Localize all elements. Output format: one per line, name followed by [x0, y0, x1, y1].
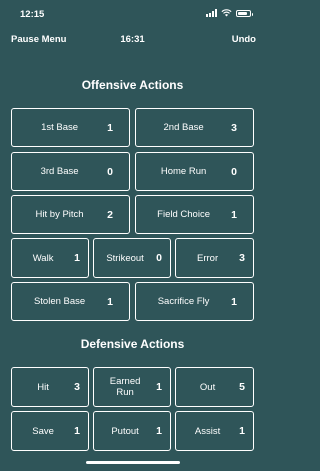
button-label: Walk	[32, 252, 54, 264]
home-indicator[interactable]	[86, 461, 180, 464]
button-label: 2nd Base	[163, 122, 204, 133]
stolen-base-button[interactable]: Stolen Base 1	[11, 282, 130, 321]
button-count: 1	[107, 295, 113, 308]
button-count: 1	[74, 425, 80, 437]
button-count: 0	[156, 252, 162, 264]
sacrifice-fly-button[interactable]: Sacrifice Fly 1	[135, 282, 254, 321]
button-label: Strikeout	[106, 252, 144, 264]
button-label: Stolen Base	[33, 296, 86, 307]
button-label: Save	[32, 425, 54, 437]
status-time: 12:15	[20, 9, 45, 20]
button-count: 1	[156, 381, 162, 393]
wifi-icon	[221, 9, 232, 17]
button-label: Error	[197, 252, 219, 264]
button-label: 1st Base	[41, 122, 79, 133]
button-label: Hit	[37, 381, 49, 393]
walk-button[interactable]: Walk 1	[11, 238, 89, 278]
field-choice-button[interactable]: Field Choice 1	[135, 195, 254, 234]
button-count: 1	[107, 121, 113, 134]
button-count: 0	[231, 165, 237, 178]
button-label: Sacrifice Fly	[157, 296, 210, 307]
hit-button[interactable]: Hit 3	[11, 367, 89, 407]
status-icons	[206, 9, 253, 17]
defensive-actions-title: Defensive Actions	[80, 337, 185, 351]
button-count: 2	[107, 208, 113, 221]
button-label: Home Run	[160, 166, 207, 177]
putout-button[interactable]: Putout 1	[93, 411, 171, 451]
button-count: 3	[74, 381, 80, 393]
second-base-button[interactable]: 2nd Base 3	[135, 108, 254, 147]
first-base-button[interactable]: 1st Base 1	[11, 108, 130, 147]
button-count: 0	[107, 165, 113, 178]
button-count: 1	[239, 425, 245, 437]
save-button[interactable]: Save 1	[11, 411, 89, 451]
button-count: 1	[231, 295, 237, 308]
home-run-button[interactable]: Home Run 0	[135, 152, 254, 191]
third-base-button[interactable]: 3rd Base 0	[11, 152, 130, 191]
status-bar: 12:15	[0, 0, 265, 28]
button-count: 5	[239, 381, 245, 393]
battery-icon	[236, 9, 253, 17]
button-label: Putout	[111, 425, 139, 437]
pause-menu-button[interactable]: Pause Menu	[11, 34, 66, 45]
button-label: Assist	[194, 425, 221, 437]
button-count: 3	[231, 121, 237, 134]
cellular-signal-icon	[206, 9, 217, 17]
assist-button[interactable]: Assist 1	[175, 411, 254, 451]
button-label: Out	[199, 381, 216, 393]
button-count: 1	[74, 252, 80, 264]
button-label: 3rd Base	[40, 166, 79, 177]
strikeout-button[interactable]: Strikeout 0	[93, 238, 171, 278]
error-button[interactable]: Error 3	[175, 238, 254, 278]
hit-by-pitch-button[interactable]: Hit by Pitch 2	[11, 195, 130, 234]
out-button[interactable]: Out 5	[175, 367, 254, 407]
button-count: 1	[156, 425, 162, 437]
offensive-actions-title: Offensive Actions	[81, 78, 184, 92]
undo-button[interactable]: Undo	[232, 34, 256, 45]
button-count: 1	[231, 208, 237, 221]
button-count: 3	[239, 252, 245, 264]
nav-bar: Pause Menu 16:31 Undo	[0, 32, 265, 48]
button-label: Field Choice	[157, 209, 210, 220]
button-label: Earned Run	[109, 376, 141, 398]
button-label: Hit by Pitch	[35, 209, 84, 220]
earned-run-button[interactable]: Earned Run 1	[93, 367, 171, 407]
